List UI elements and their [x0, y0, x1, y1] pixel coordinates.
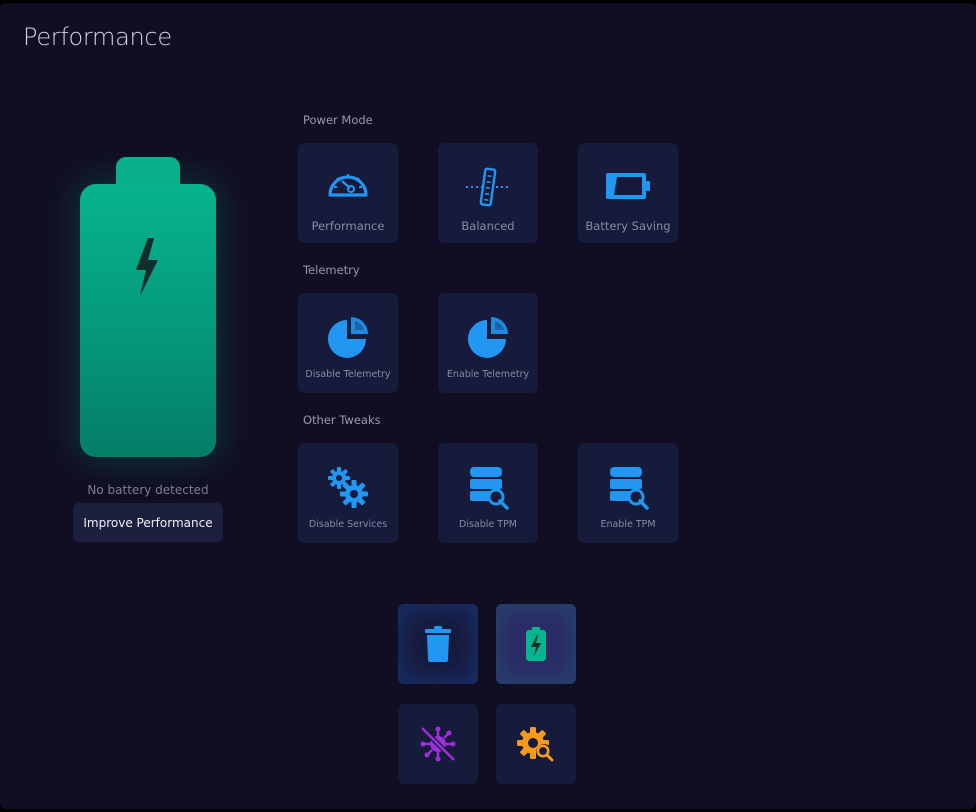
- battery-charging-icon: [526, 627, 546, 661]
- tile-label: Enable Telemetry: [446, 369, 530, 380]
- enable-telemetry-button[interactable]: Enable Telemetry: [438, 293, 538, 393]
- disable-telemetry-button[interactable]: Disable Telemetry: [298, 293, 398, 393]
- tile-label: Disable Telemetry: [305, 369, 391, 380]
- enable-tpm-button[interactable]: Enable TPM: [578, 443, 678, 543]
- battery-status-text: No battery detected: [87, 483, 209, 497]
- power-mode-performance-button[interactable]: Performance: [298, 143, 398, 243]
- balance-icon: [466, 167, 510, 207]
- section-label-telemetry: Telemetry: [303, 263, 360, 277]
- battery-body: [80, 184, 216, 457]
- tile-label: Balanced: [461, 219, 515, 233]
- section-label-power-mode: Power Mode: [303, 113, 373, 127]
- power-mode-balanced-button[interactable]: Balanced: [438, 143, 538, 243]
- database-key-icon: [470, 467, 509, 510]
- virus-blocked-icon: [420, 726, 456, 762]
- trash-icon: [425, 626, 451, 662]
- disable-services-button[interactable]: Disable Services: [298, 443, 398, 543]
- battery-graphic: [80, 157, 216, 457]
- power-mode-battery-saving-button[interactable]: Battery Saving: [578, 143, 678, 243]
- tile-label: Performance: [311, 219, 385, 233]
- app-window: Performance No battery detected Improve …: [0, 3, 976, 809]
- section-label-other-tweaks: Other Tweaks: [303, 413, 381, 427]
- gear-search-icon: [517, 727, 554, 762]
- page-title: Performance: [23, 23, 172, 51]
- tile-label: Disable Services: [308, 519, 388, 530]
- improve-performance-button[interactable]: Improve Performance: [73, 503, 223, 542]
- tile-label: Enable TPM: [600, 519, 656, 530]
- dock-privacy-button[interactable]: [398, 704, 478, 784]
- speedometer-icon: [328, 174, 368, 197]
- dock-settings-button[interactable]: [496, 704, 576, 784]
- pie-chart-icon: [468, 317, 508, 358]
- battery-saving-icon: [606, 173, 650, 199]
- tile-label: Battery Saving: [585, 219, 671, 233]
- gears-icon: [328, 467, 368, 508]
- dock-performance-button[interactable]: [496, 604, 576, 684]
- tile-label: Disable TPM: [459, 519, 517, 530]
- disable-tpm-button[interactable]: Disable TPM: [438, 443, 538, 543]
- database-key-icon: [610, 467, 649, 510]
- dock-cleanup-button[interactable]: [398, 604, 478, 684]
- lightning-bolt-icon: [136, 238, 158, 296]
- pie-chart-icon: [328, 317, 368, 358]
